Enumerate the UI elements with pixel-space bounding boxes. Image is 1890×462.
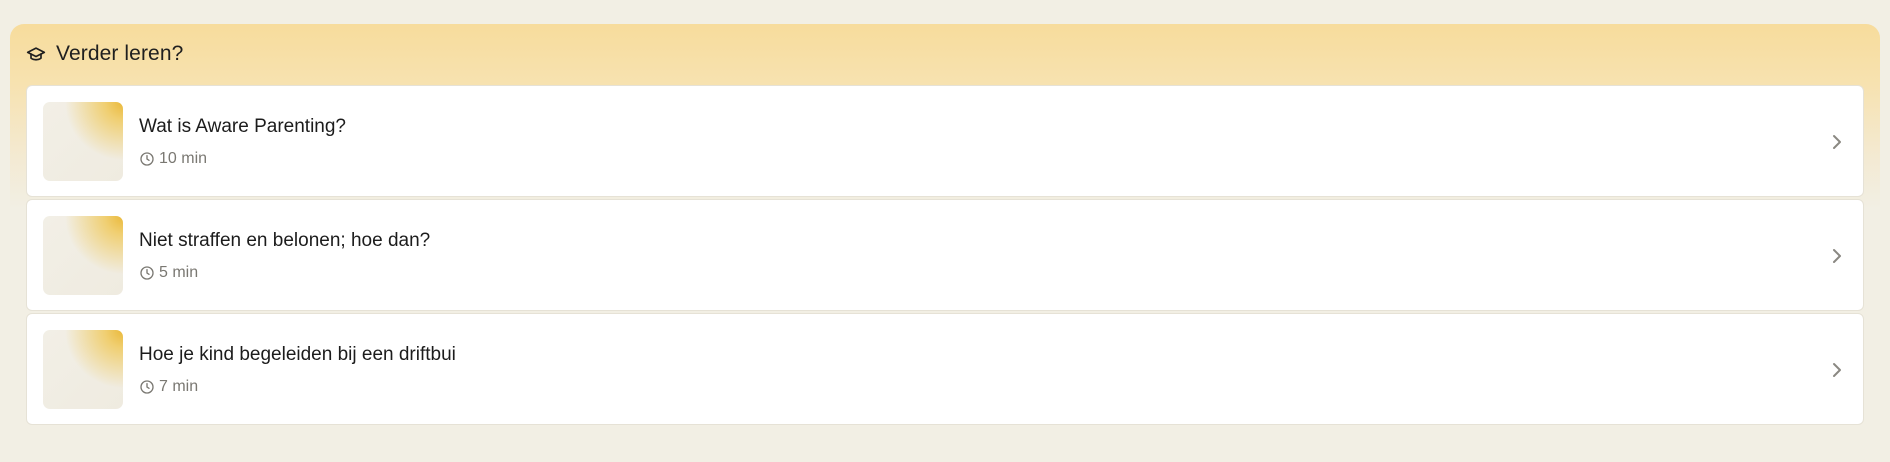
- article-list: Wat is Aware Parenting? 10 min Niet stra…: [26, 85, 1864, 427]
- section-title: Verder leren?: [56, 42, 184, 65]
- article-thumbnail: [43, 216, 123, 295]
- article-card[interactable]: Niet straffen en belonen; hoe dan? 5 min: [26, 199, 1864, 311]
- section-header: Verder leren?: [26, 40, 183, 68]
- article-duration: 7 min: [139, 378, 198, 396]
- duration-text: 7 min: [159, 378, 199, 395]
- clock-icon: [139, 151, 155, 167]
- duration-text: 5 min: [159, 264, 199, 281]
- article-card[interactable]: Wat is Aware Parenting? 10 min: [26, 85, 1864, 197]
- article-card[interactable]: Hoe je kind begeleiden bij een driftbui …: [26, 313, 1864, 425]
- clock-icon: [139, 379, 155, 395]
- article-duration: 5 min: [139, 264, 198, 282]
- article-title: Niet straffen en belonen; hoe dan?: [139, 230, 431, 251]
- clock-icon: [139, 265, 155, 281]
- article-thumbnail: [43, 330, 123, 409]
- chevron-right-icon: [1825, 130, 1849, 154]
- article-title: Wat is Aware Parenting?: [139, 116, 346, 137]
- graduation-cap-icon: [26, 44, 46, 64]
- chevron-right-icon: [1825, 244, 1849, 268]
- article-duration: 10 min: [139, 150, 207, 168]
- article-thumbnail: [43, 102, 123, 181]
- learn-more-panel: Verder leren? Wat is Aware Parenting? 10…: [10, 24, 1880, 462]
- duration-text: 10 min: [159, 150, 208, 167]
- article-title: Hoe je kind begeleiden bij een driftbui: [139, 344, 456, 365]
- chevron-right-icon: [1825, 358, 1849, 382]
